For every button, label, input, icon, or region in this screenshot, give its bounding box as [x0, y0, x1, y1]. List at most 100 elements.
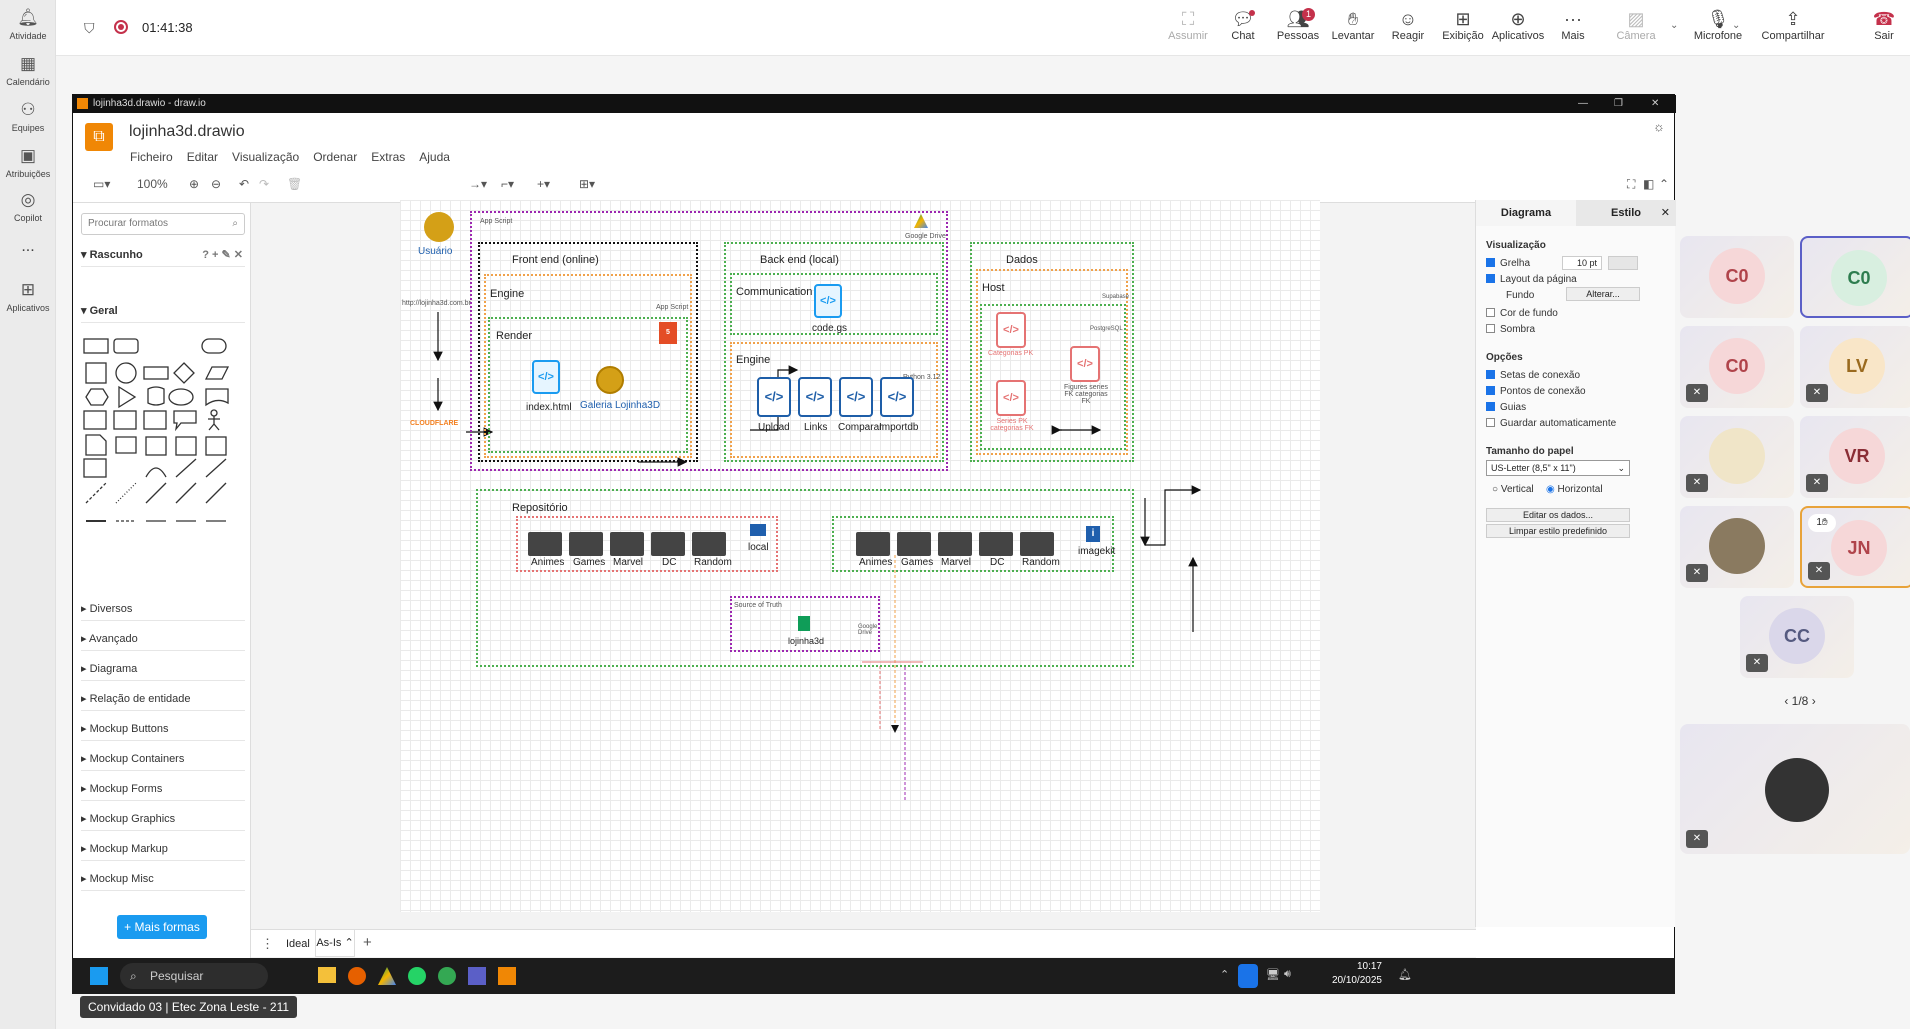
tab-diagrama[interactable]: Diagrama: [1476, 200, 1576, 226]
general-shapes-grid[interactable]: [81, 333, 245, 563]
edit-data-button[interactable]: Editar os dados...: [1486, 508, 1630, 522]
leave-button[interactable]: ☎ Sair: [1856, 8, 1910, 42]
shadow-checkbox[interactable]: Sombra: [1486, 324, 1535, 335]
tab-as-is[interactable]: As-Is ⌃: [315, 930, 355, 957]
format-panel-icon[interactable]: ◧: [1643, 177, 1654, 191]
section-mockup-graphics[interactable]: ▸ Mockup Graphics: [81, 807, 245, 831]
file-explorer-icon[interactable]: [318, 967, 336, 983]
participant-tile[interactable]: C0 ✕: [1680, 326, 1794, 408]
teams-icon[interactable]: [468, 967, 486, 985]
drawio-taskbar-icon[interactable]: [498, 967, 516, 985]
grid-checkbox[interactable]: Grelha: [1486, 258, 1530, 269]
pages-menu-icon[interactable]: ⋮: [261, 936, 274, 952]
mic-chevron-icon[interactable]: ⌄: [1732, 20, 1740, 31]
clear-style-button[interactable]: Limpar estilo predefinido: [1486, 524, 1630, 538]
tab-ideal[interactable]: Ideal: [286, 938, 310, 950]
fullscreen-icon[interactable]: ⛶: [1627, 177, 1635, 192]
participant-tile[interactable]: C0: [1680, 236, 1794, 318]
rail-calendar[interactable]: ▦ Calendário: [0, 54, 56, 87]
chat-button[interactable]: 💬︎ Chat: [1215, 8, 1271, 42]
guides-checkbox[interactable]: Guias: [1486, 402, 1526, 413]
close-panel-icon[interactable]: ✕: [1661, 200, 1670, 226]
rail-more[interactable]: ...: [0, 238, 56, 256]
raise-hand-button[interactable]: ✋︎ Levantar: [1325, 8, 1381, 42]
scratchpad-header[interactable]: ▾ Rascunho? + ✎ ✕: [81, 243, 245, 267]
rail-activity[interactable]: 🔔︎ Atividade: [0, 8, 56, 41]
participant-tile[interactable]: LV ✕: [1800, 326, 1910, 408]
menu-ajuda[interactable]: Ajuda: [419, 150, 450, 164]
taskbar-search[interactable]: ⌕ Pesquisar: [120, 963, 268, 989]
rail-copilot[interactable]: ◎ Copilot: [0, 190, 56, 223]
landscape-radio[interactable]: ◉ Horizontal: [1546, 484, 1603, 495]
participant-tile[interactable]: CC ✕: [1740, 596, 1854, 678]
firefox-icon[interactable]: [348, 967, 366, 985]
microphone-button[interactable]: 🎙︎ Microfone: [1686, 8, 1750, 42]
participant-tile[interactable]: ✕: [1680, 506, 1794, 588]
assumir-button[interactable]: ⛶ Assumir: [1160, 8, 1216, 42]
shape-search-input[interactable]: Procurar formatos ⌕: [81, 213, 245, 235]
section-diversos[interactable]: ▸ Diversos: [81, 597, 245, 621]
change-background-button[interactable]: Alterar...: [1566, 287, 1640, 301]
section-mockup-misc[interactable]: ▸ Mockup Misc: [81, 867, 245, 891]
portrait-radio[interactable]: ○ Vertical: [1492, 484, 1534, 495]
more-shapes-button[interactable]: + Mais formas: [117, 915, 207, 939]
diagram-page[interactable]: Usuário http://lojinha3d.com.br CLOUDFLA…: [400, 200, 1320, 912]
minimize-icon[interactable]: —: [1578, 95, 1588, 113]
mic-tray-icon[interactable]: [1238, 964, 1258, 988]
theme-icon[interactable]: ☼: [1653, 119, 1665, 134]
undo-icon[interactable]: ↶: [239, 177, 249, 191]
connection-points-checkbox[interactable]: Pontos de conexão: [1486, 386, 1586, 397]
menu-ordenar[interactable]: Ordenar: [313, 150, 357, 164]
bg-color-checkbox[interactable]: Cor de fundo: [1486, 308, 1558, 319]
section-diagrama[interactable]: ▸ Diagrama: [81, 657, 245, 681]
rail-assignments[interactable]: ▣ Atribuições: [0, 146, 56, 179]
prev-page-icon[interactable]: ‹: [1784, 694, 1788, 708]
section-mockup-buttons[interactable]: ▸ Mockup Buttons: [81, 717, 245, 741]
delete-icon[interactable]: 🗑︎: [287, 177, 302, 191]
zoom-in-icon[interactable]: ⊕: [189, 177, 199, 191]
zoom-out-icon[interactable]: ⊖: [211, 177, 221, 191]
section-relacao[interactable]: ▸ Relação de entidade: [81, 687, 245, 711]
participant-tile[interactable]: C0: [1800, 236, 1910, 318]
collapse-icon[interactable]: ⌃: [1659, 177, 1669, 191]
section-mockup-containers[interactable]: ▸ Mockup Containers: [81, 747, 245, 771]
general-header[interactable]: ▾ Geral: [81, 299, 245, 323]
more-button[interactable]: ··· Mais: [1545, 8, 1601, 42]
next-page-icon[interactable]: ›: [1812, 694, 1816, 708]
share-button[interactable]: ⇪ Compartilhar: [1756, 8, 1830, 42]
section-avancado[interactable]: ▸ Avançado: [81, 627, 245, 651]
whatsapp-icon[interactable]: [408, 967, 426, 985]
chrome-icon[interactable]: [438, 967, 456, 985]
volume-icon[interactable]: 🔊︎: [1284, 968, 1291, 981]
camera-chevron-icon[interactable]: ⌄: [1670, 20, 1678, 31]
tab-estilo[interactable]: Estilo ✕: [1576, 200, 1676, 226]
google-drive-icon[interactable]: [378, 967, 396, 985]
menu-editar[interactable]: Editar: [187, 150, 218, 164]
add-page-icon[interactable]: +: [363, 934, 372, 951]
participant-tile[interactable]: VR ✕: [1800, 416, 1910, 498]
waypoint-icon[interactable]: ⌐▾: [501, 177, 514, 191]
react-button[interactable]: ☺ Reagir: [1380, 8, 1436, 42]
insert-icon[interactable]: +▾: [537, 177, 550, 191]
autosave-checkbox[interactable]: Guardar automaticamente: [1486, 418, 1616, 429]
table-icon[interactable]: ⊞▾: [579, 177, 595, 191]
paper-size-select[interactable]: US-Letter (8,5" x 11") ⌄: [1486, 460, 1630, 476]
menu-extras[interactable]: Extras: [371, 150, 405, 164]
network-icon[interactable]: 🖥︎: [1266, 968, 1280, 981]
layout-checkbox[interactable]: Layout da página: [1486, 274, 1577, 285]
self-view-tile[interactable]: ✕: [1680, 724, 1910, 854]
rail-teams[interactable]: ⚇ Equipes: [0, 100, 56, 133]
close-window-icon[interactable]: ✕: [1651, 95, 1659, 113]
panel-toggle-icon[interactable]: ▭▾: [93, 177, 110, 191]
connection-style-icon[interactable]: →▾: [469, 177, 487, 191]
camera-button[interactable]: ▨ Câmera: [1608, 8, 1664, 42]
notification-icon[interactable]: 🔔︎: [1398, 968, 1412, 981]
tray-chevron-icon[interactable]: ⌃: [1220, 968, 1229, 981]
scratchpad-tools-icon[interactable]: ? + ✎ ✕: [202, 243, 243, 267]
section-mockup-markup[interactable]: ▸ Mockup Markup: [81, 837, 245, 861]
connection-arrows-checkbox[interactable]: Setas de conexão: [1486, 370, 1580, 381]
rail-apps[interactable]: ⊞ Aplicativos: [0, 280, 56, 313]
document-title[interactable]: lojinha3d.drawio: [129, 123, 245, 141]
people-button[interactable]: 👥︎ Pessoas 1: [1270, 8, 1326, 42]
section-mockup-forms[interactable]: ▸ Mockup Forms: [81, 777, 245, 801]
